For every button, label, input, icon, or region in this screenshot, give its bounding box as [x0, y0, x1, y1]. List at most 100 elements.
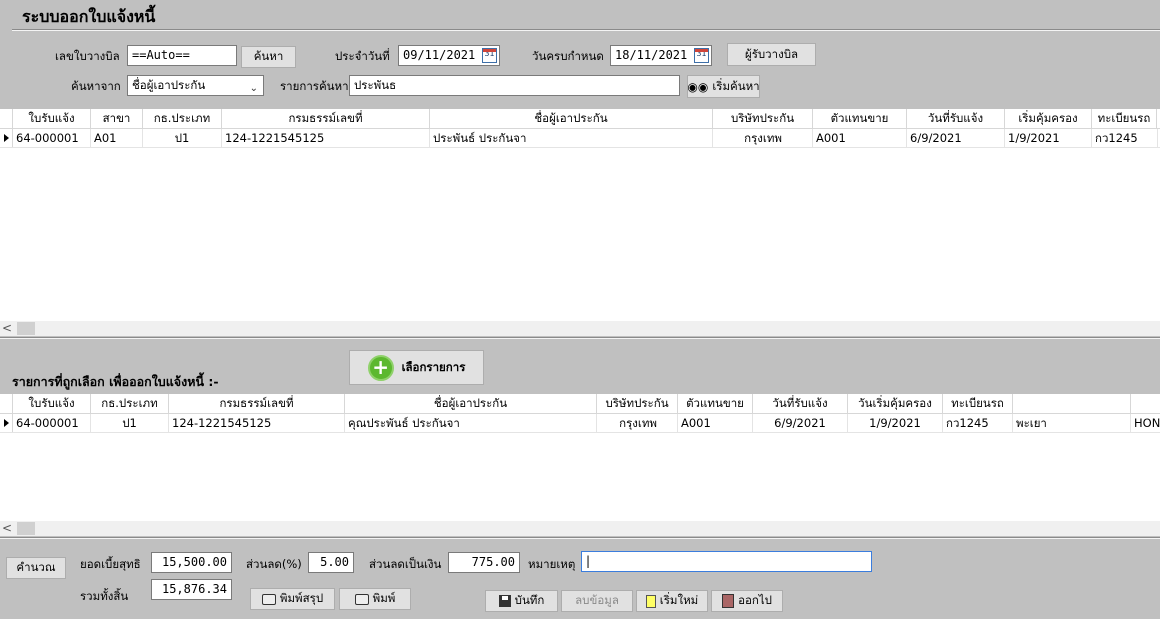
table-cell: พะเยา	[1013, 414, 1131, 432]
col-header[interactable]	[1131, 394, 1160, 413]
col-header[interactable]: สาขา	[91, 109, 143, 128]
delete-button[interactable]: ลบข้อมูล	[561, 590, 633, 612]
col-header[interactable]: กธ.ประเภท	[91, 394, 169, 413]
col-header[interactable]: ชื่อผู้เอาประกัน	[430, 109, 713, 128]
footer-divider	[0, 537, 1160, 539]
col-header[interactable]: ใบรับแจ้ง	[13, 394, 91, 413]
search-text-label: รายการค้นหา	[280, 79, 349, 93]
col-header[interactable]: ชื่อผู้เอาประกัน	[345, 394, 597, 413]
col-header[interactable]: ทะเบียนรถ	[943, 394, 1013, 413]
print-button[interactable]: พิมพ์	[339, 588, 411, 610]
row-selector[interactable]	[0, 129, 13, 147]
col-header[interactable]: บริษัทประกัน	[713, 109, 813, 128]
text-cursor: |	[586, 554, 591, 568]
net-premium-field[interactable]: 15,500.00	[151, 552, 232, 573]
scroll-thumb[interactable]	[17, 522, 35, 535]
new-document-icon	[645, 594, 656, 608]
row-selector[interactable]	[0, 414, 13, 432]
start-search-button-label: เริ่มค้นหา	[712, 78, 760, 93]
row-selector-header	[0, 109, 13, 128]
table-cell: กว1245	[1092, 129, 1158, 147]
search-bill-button-label: ค้นหา	[253, 49, 284, 63]
table-cell: กว1245	[943, 414, 1013, 432]
table-cell: 64-000001	[13, 129, 91, 147]
table-cell: A01	[91, 129, 143, 147]
table-cell: 6/9/2021	[907, 129, 1005, 147]
calendar-icon[interactable]: 31	[482, 48, 497, 63]
col-header[interactable]: กธ.ประเภท	[143, 109, 222, 128]
note-label: หมายเหตุ	[528, 557, 576, 571]
col-header[interactable]: บริษัทประกัน	[597, 394, 678, 413]
search-results-grid[interactable]: ใบรับแจ้ง สาขา กธ.ประเภท กรมธรรม์เลขที่ …	[0, 109, 1160, 321]
row-selector-header	[0, 394, 13, 413]
bottom-grid-hscrollbar[interactable]: <	[0, 521, 1160, 536]
binoculars-icon: ◉◉	[687, 79, 709, 94]
table-cell: 1/9/2021	[1005, 129, 1092, 147]
table-cell: คุณประพันธ์ ประกันจา	[345, 414, 597, 432]
page-title: ระบบออกใบแจ้งหนี้	[22, 7, 156, 26]
top-grid-hscrollbar[interactable]: <	[0, 321, 1160, 336]
table-cell: ประพันธ์ ประกันจา	[430, 129, 713, 147]
search-bill-button[interactable]: ค้นหา	[241, 46, 296, 68]
table-cell: กรุงเทพ	[713, 129, 813, 147]
col-header[interactable]: ทะเบียนรถ	[1092, 109, 1157, 128]
due-date-value: 18/11/2021	[615, 48, 688, 62]
chevron-down-icon[interactable]: ⌄	[250, 79, 258, 95]
table-cell: 124-1221545125	[169, 414, 345, 432]
net-premium-label: ยอดเบี้ยสุทธิ	[80, 557, 141, 571]
scroll-left-icon[interactable]: <	[2, 321, 12, 336]
discount-percent-field[interactable]: 5.00	[308, 552, 354, 573]
col-header[interactable]: เริ่มคุ้มครอง	[1005, 109, 1092, 128]
new-button[interactable]: เริ่มใหม่	[636, 590, 708, 612]
save-button-label: บันทึก	[514, 593, 545, 607]
col-header[interactable]: วันที่รับแจ้ง	[907, 109, 1005, 128]
start-search-button[interactable]: ◉◉ เริ่มค้นหา	[687, 75, 760, 98]
col-header[interactable]: ตัวแทนขาย	[813, 109, 907, 128]
col-header[interactable]: ใบรับแจ้ง	[13, 109, 91, 128]
plus-circle-icon: +	[367, 354, 394, 381]
discount-amount-field[interactable]: 775.00	[448, 552, 520, 573]
section-divider	[0, 337, 1160, 339]
search-from-label: ค้นหาจาก	[71, 79, 121, 93]
bill-receiver-button-label: ผู้รับวางบิล	[744, 46, 799, 61]
exit-button[interactable]: ออกไป	[711, 590, 783, 612]
table-row[interactable]: 64-000001 ป1 124-1221545125 คุณประพันธ์ …	[0, 414, 1160, 433]
col-header[interactable]: ตัวแทนขาย	[678, 394, 753, 413]
col-header[interactable]: วันเริ่มคุ้มครอง	[848, 394, 943, 413]
search-from-value: ชื่อผู้เอาประกัน	[132, 78, 206, 92]
scroll-left-icon[interactable]: <	[2, 521, 12, 536]
grand-total-label: รวมทั้งสิ้น	[80, 589, 129, 603]
select-items-button[interactable]: + เลือกรายการ	[349, 350, 484, 385]
bill-no-input[interactable]: ==Auto==	[127, 45, 237, 66]
printer-icon	[354, 593, 369, 605]
search-text-input[interactable]: ประพันธ	[349, 75, 680, 96]
selected-items-grid[interactable]: ใบรับแจ้ง กธ.ประเภท กรมธรรม์เลขที่ ชื่อผ…	[0, 394, 1160, 521]
calculate-button[interactable]: คำนวณ	[6, 557, 66, 579]
due-date-label: วันครบกำหนด	[532, 49, 604, 63]
table-cell: A001	[813, 129, 907, 147]
table-cell: กรุงเทพ	[597, 414, 678, 432]
table-row[interactable]: 64-000001 A01 ป1 124-1221545125 ประพันธ์…	[0, 129, 1160, 148]
delete-button-label: ลบข้อมูล	[575, 593, 619, 607]
col-header[interactable]: กรมธรรม์เลขที่	[169, 394, 345, 413]
col-header[interactable]	[1013, 394, 1131, 413]
scroll-thumb[interactable]	[17, 322, 35, 335]
exit-door-icon	[722, 594, 735, 608]
note-input[interactable]: |	[581, 551, 872, 572]
floppy-disk-icon	[498, 595, 511, 607]
due-date-picker[interactable]: 18/11/2021 31	[610, 45, 712, 66]
discount-percent-label: ส่วนลด(%)	[246, 557, 302, 571]
calendar-icon[interactable]: 31	[694, 48, 709, 63]
search-from-select[interactable]: ชื่อผู้เอาประกัน ⌄	[127, 75, 264, 96]
calculate-button-label: คำนวณ	[16, 560, 56, 574]
title-divider	[12, 29, 1160, 31]
printer-icon	[261, 593, 276, 605]
grand-total-field[interactable]: 15,876.34	[151, 579, 232, 600]
col-header[interactable]: กรมธรรม์เลขที่	[222, 109, 430, 128]
col-header[interactable]: วันที่รับแจ้ง	[753, 394, 848, 413]
date-label: ประจำวันที่	[335, 49, 390, 63]
save-button[interactable]: บันทึก	[485, 590, 558, 612]
bill-receiver-button[interactable]: ผู้รับวางบิล	[727, 43, 816, 66]
print-summary-button[interactable]: พิมพ์สรุป	[250, 588, 335, 610]
date-picker[interactable]: 09/11/2021 31	[398, 45, 500, 66]
